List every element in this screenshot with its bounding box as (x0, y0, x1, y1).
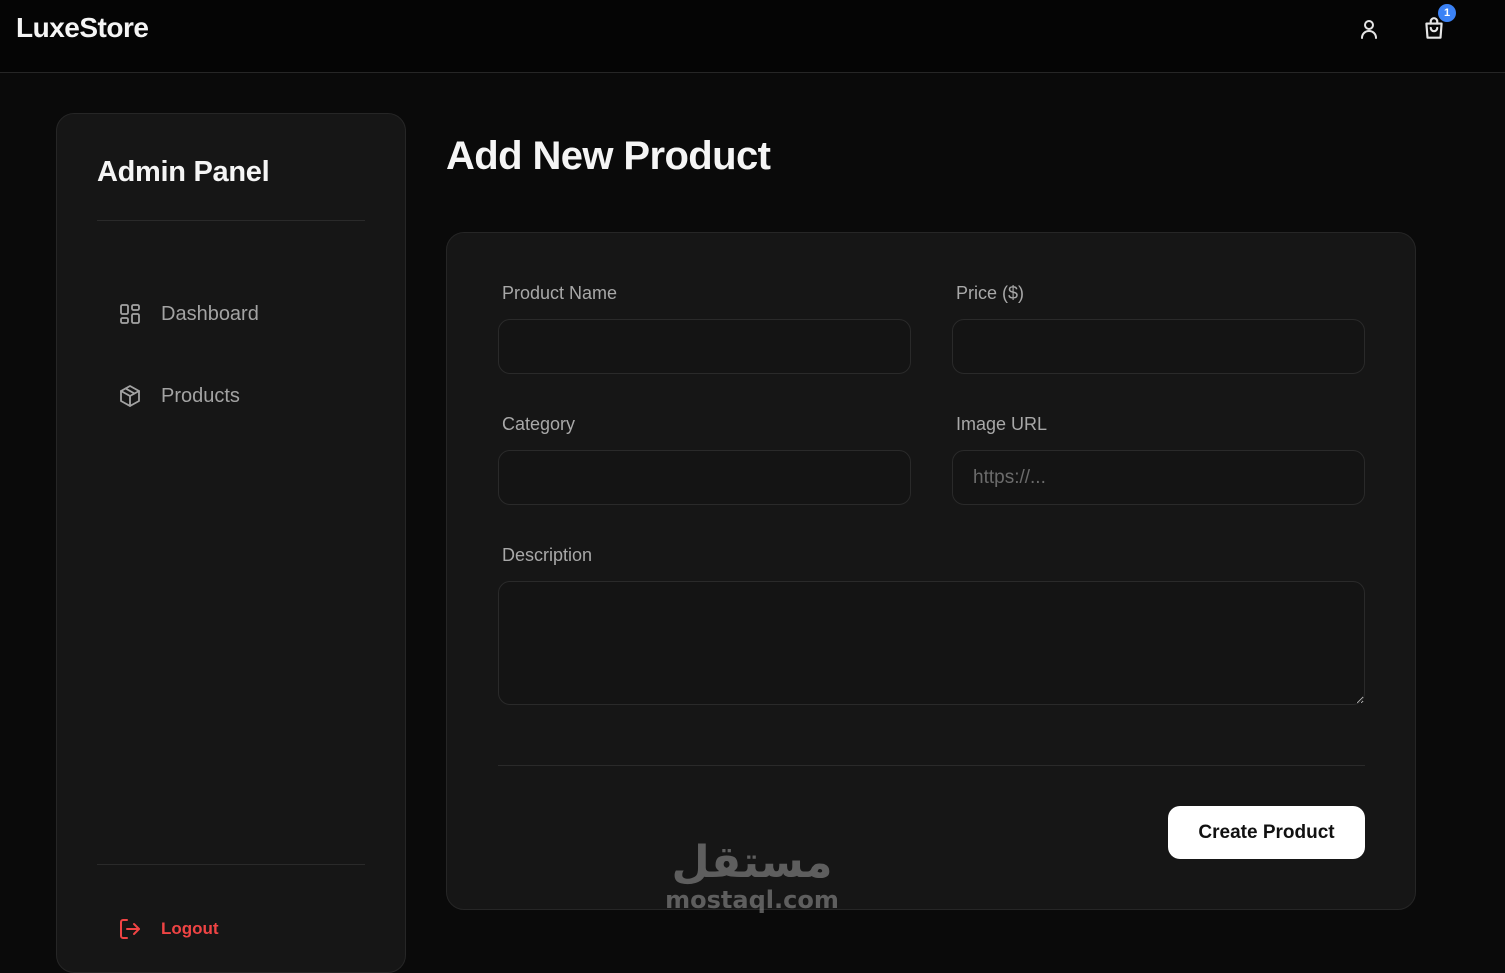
watermark-arabic-text: مستقل (671, 837, 833, 888)
description-textarea[interactable] (498, 581, 1365, 705)
category-input[interactable] (498, 450, 911, 505)
category-label: Category (502, 414, 576, 434)
sidebar-divider (97, 220, 365, 221)
cart-count-badge: 1 (1438, 4, 1456, 22)
create-product-button[interactable]: Create Product (1168, 806, 1365, 859)
page-title: Add New Product (446, 134, 771, 178)
logout-icon (117, 916, 143, 942)
sidebar-title: Admin Panel (97, 156, 270, 188)
form-divider (498, 765, 1365, 766)
admin-sidebar: Admin Panel Dashboard Products Logout (56, 113, 406, 973)
sidebar-item-label: Products (161, 384, 240, 407)
image-url-input[interactable] (952, 450, 1365, 505)
watermark-latin-text: mostaql.com (665, 886, 839, 914)
product-name-label: Product Name (502, 283, 618, 303)
price-label: Price ($) (956, 283, 1025, 303)
product-form: Product Name Price ($) Category Image UR… (446, 232, 1416, 910)
user-icon (1361, 20, 1377, 39)
price-input[interactable] (952, 319, 1365, 374)
sidebar-divider (97, 864, 365, 865)
description-label: Description (502, 545, 593, 565)
top-navbar: LuxeStore 1 (0, 0, 1505, 73)
grid-icon (117, 301, 143, 327)
sidebar-item-dashboard[interactable]: Dashboard (117, 296, 259, 332)
brand-logo[interactable]: LuxeStore (16, 12, 149, 44)
logout-button[interactable]: Logout (117, 914, 219, 944)
sidebar-item-products[interactable]: Products (117, 378, 240, 414)
watermark: مستقل mostaql.com (656, 840, 848, 930)
box-icon (117, 383, 143, 409)
sidebar-item-label: Dashboard (161, 302, 259, 325)
logout-label: Logout (161, 919, 219, 938)
user-account-button[interactable] (1354, 14, 1384, 44)
image-url-label: Image URL (956, 414, 1048, 434)
product-name-input[interactable] (498, 319, 911, 374)
